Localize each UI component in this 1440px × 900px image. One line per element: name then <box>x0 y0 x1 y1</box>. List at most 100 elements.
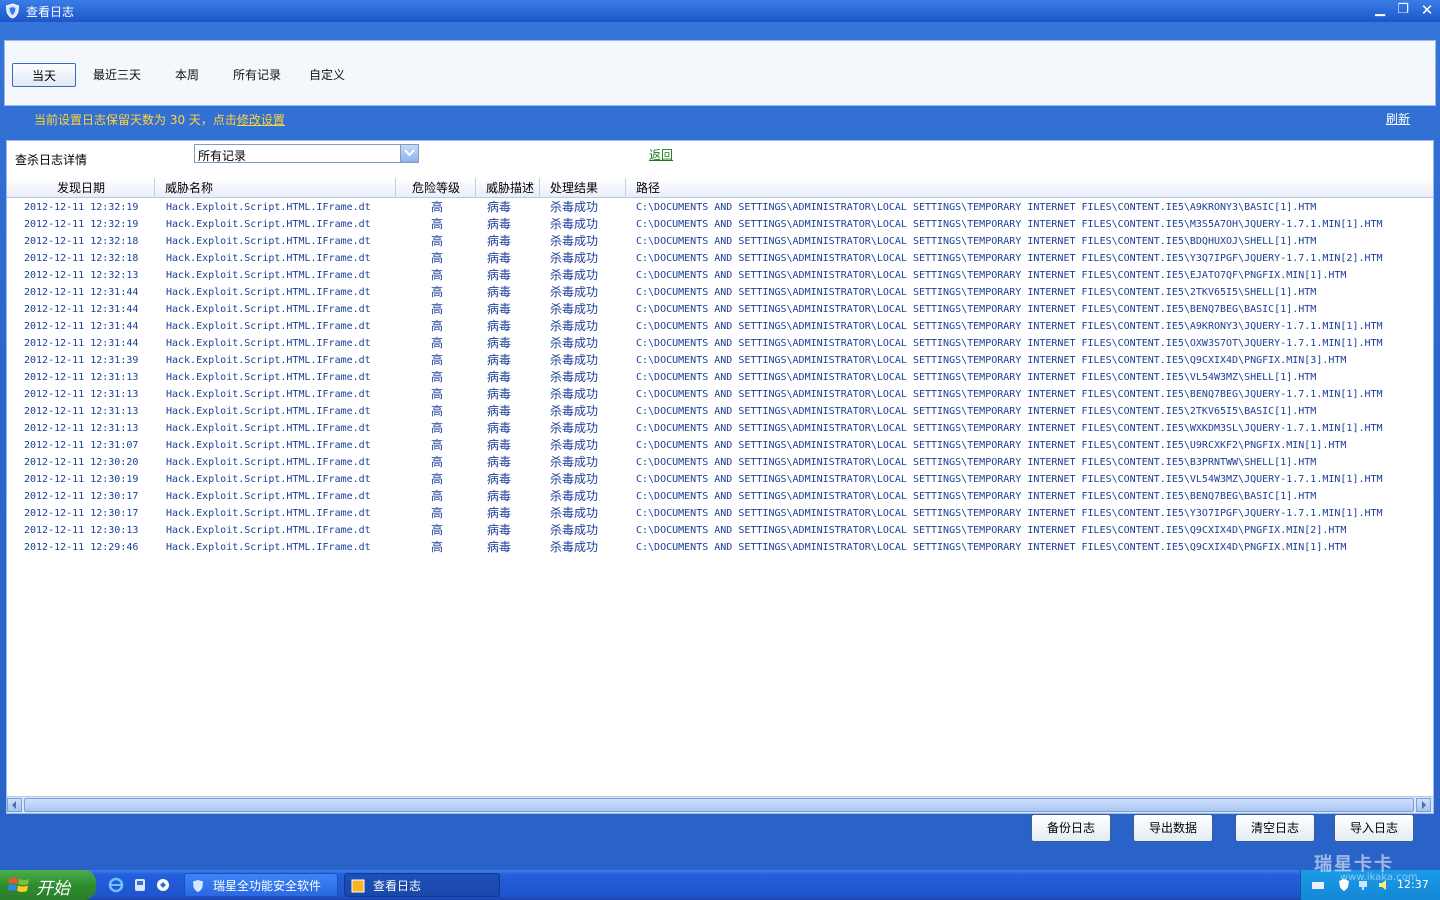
scroll-left-arrow-icon[interactable] <box>7 798 22 812</box>
restore-icon[interactable]: ❐ <box>1393 1 1413 19</box>
show-desktop-icon[interactable] <box>155 877 171 893</box>
cell-threat-name: Hack.Exploit.Script.HTML.IFrame.dt <box>166 423 371 434</box>
import-log-button[interactable]: 导入日志 <box>1334 814 1414 842</box>
back-link[interactable]: 返回 <box>649 146 673 163</box>
table-row[interactable]: 2012-12-11 12:31:07 Hack.Exploit.Script.H… <box>7 437 1433 454</box>
cell-path: C:\DOCUMENTS AND SETTINGS\ADMINISTRATOR\… <box>636 304 1317 315</box>
cell-threat-desc: 病毒 <box>487 506 512 520</box>
cell-path: C:\DOCUMENTS AND SETTINGS\ADMINISTRATOR\… <box>636 202 1317 213</box>
cell-threat-desc: 病毒 <box>487 523 512 537</box>
filter-tab-custom[interactable]: 自定义 <box>301 63 353 87</box>
cell-threat-desc: 病毒 <box>487 285 512 299</box>
table-row[interactable]: 2012-12-11 12:31:13 Hack.Exploit.Script.H… <box>7 420 1433 437</box>
modify-settings-link[interactable]: 修改设置 <box>237 113 285 127</box>
title-bar: 查看日志 ▁ ❐ ✕ <box>0 0 1440 22</box>
cell-risk-level: 高 <box>431 217 444 231</box>
cell-date: 2012-12-11 12:29:46 <box>24 542 139 553</box>
cell-threat-name: Hack.Exploit.Script.HTML.IFrame.dt <box>166 236 371 247</box>
table-row[interactable]: 2012-12-11 12:30:20 Hack.Exploit.Script.H… <box>7 454 1433 471</box>
cell-threat-name: Hack.Exploit.Script.HTML.IFrame.dt <box>166 270 371 281</box>
table-row[interactable]: 2012-12-11 12:31:44 Hack.Exploit.Script.H… <box>7 318 1433 335</box>
cell-risk-level: 高 <box>431 421 444 435</box>
table-row[interactable]: 2012-12-11 12:30:19 Hack.Exploit.Script.H… <box>7 471 1433 488</box>
cell-result: 杀毒成功 <box>550 302 599 316</box>
table-row[interactable]: 2012-12-11 12:32:18 Hack.Exploit.Script.H… <box>7 250 1433 267</box>
filter-tab-this-week[interactable]: 本周 <box>161 63 213 87</box>
export-data-button[interactable]: 导出数据 <box>1133 814 1213 842</box>
close-icon[interactable]: ✕ <box>1417 1 1437 19</box>
taskbar-item-rising-antivirus[interactable]: 瑞星全功能安全软件 <box>184 873 338 897</box>
scroll-right-arrow-icon[interactable] <box>1416 798 1431 812</box>
retention-notice: 当前设置日志保留天数为 30 天，点击修改设置 <box>34 111 285 128</box>
cell-date: 2012-12-11 12:30:13 <box>24 525 139 536</box>
horizontal-scrollbar[interactable] <box>7 796 1433 813</box>
table-row[interactable]: 2012-12-11 12:31:39 Hack.Exploit.Script.H… <box>7 352 1433 369</box>
column-header-risk-level[interactable]: 危险等级 <box>396 178 476 198</box>
cell-result: 杀毒成功 <box>550 421 599 435</box>
scrollbar-thumb[interactable] <box>24 798 1414 812</box>
filter-tab-all-records[interactable]: 所有记录 <box>225 63 289 87</box>
cell-threat-desc: 病毒 <box>487 387 512 401</box>
cell-threat-name: Hack.Exploit.Script.HTML.IFrame.dt <box>166 202 371 213</box>
cell-result: 杀毒成功 <box>550 404 599 418</box>
cell-threat-desc: 病毒 <box>487 353 512 367</box>
log-detail-panel: 查杀日志详情 所有记录 返回 发现日期 威胁名称 危险等级 威胁描述 处理结果 … <box>6 140 1434 814</box>
cell-threat-desc: 病毒 <box>487 302 512 316</box>
cell-risk-level: 高 <box>431 234 444 248</box>
cell-path: C:\DOCUMENTS AND SETTINGS\ADMINISTRATOR\… <box>636 236 1317 247</box>
cell-date: 2012-12-11 12:31:44 <box>24 321 139 332</box>
cell-risk-level: 高 <box>431 285 444 299</box>
ie-browser-icon[interactable] <box>108 877 124 893</box>
cell-result: 杀毒成功 <box>550 438 599 452</box>
table-row[interactable]: 2012-12-11 12:31:44 Hack.Exploit.Script.H… <box>7 301 1433 318</box>
window-title: 查看日志 <box>26 5 75 19</box>
cell-risk-level: 高 <box>431 540 444 554</box>
table-row[interactable]: 2012-12-11 12:31:13 Hack.Exploit.Script.H… <box>7 386 1433 403</box>
cell-risk-level: 高 <box>431 472 444 486</box>
keyboard-icon[interactable] <box>1311 878 1325 892</box>
table-row[interactable]: 2012-12-11 12:30:13 Hack.Exploit.Script.H… <box>7 522 1433 539</box>
chevron-down-icon[interactable] <box>400 145 418 162</box>
minimize-icon[interactable]: ▁ <box>1370 1 1390 19</box>
cell-result: 杀毒成功 <box>550 217 599 231</box>
table-row[interactable]: 2012-12-11 12:31:13 Hack.Exploit.Script.H… <box>7 403 1433 420</box>
table-row[interactable]: 2012-12-11 12:30:17 Hack.Exploit.Script.H… <box>7 488 1433 505</box>
table-row[interactable]: 2012-12-11 12:29:46 Hack.Exploit.Script.H… <box>7 539 1433 556</box>
table-row[interactable]: 2012-12-11 12:32:19 Hack.Exploit.Script.H… <box>7 216 1433 233</box>
cell-threat-desc: 病毒 <box>487 217 512 231</box>
column-header-date[interactable]: 发现日期 <box>7 178 155 198</box>
cell-risk-level: 高 <box>431 506 444 520</box>
table-row[interactable]: 2012-12-11 12:32:18 Hack.Exploit.Script.H… <box>7 233 1433 250</box>
log-table-header: 发现日期 威胁名称 危险等级 威胁描述 处理结果 路径 <box>7 178 1433 198</box>
start-button[interactable]: 开始 <box>0 870 96 900</box>
cell-result: 杀毒成功 <box>550 319 599 333</box>
column-header-threat-name[interactable]: 威胁名称 <box>155 178 396 198</box>
cell-path: C:\DOCUMENTS AND SETTINGS\ADMINISTRATOR\… <box>636 491 1317 502</box>
refresh-link[interactable]: 刷新 <box>1386 110 1410 127</box>
clear-log-button[interactable]: 清空日志 <box>1235 814 1315 842</box>
media-player-icon[interactable] <box>132 877 148 893</box>
table-row[interactable]: 2012-12-11 12:32:19 Hack.Exploit.Script.H… <box>7 199 1433 216</box>
filter-tab-last-three-days[interactable]: 最近三天 <box>85 63 149 87</box>
taskbar-item-view-log[interactable]: 查看日志 <box>344 873 500 897</box>
cell-path: C:\DOCUMENTS AND SETTINGS\ADMINISTRATOR\… <box>636 219 1383 230</box>
column-header-result[interactable]: 处理结果 <box>540 178 626 198</box>
record-filter-select[interactable]: 所有记录 <box>194 144 419 163</box>
backup-log-button[interactable]: 备份日志 <box>1031 814 1111 842</box>
cell-result: 杀毒成功 <box>550 200 599 214</box>
cell-result: 杀毒成功 <box>550 489 599 503</box>
column-header-path[interactable]: 路径 <box>626 178 1433 198</box>
table-row[interactable]: 2012-12-11 12:31:44 Hack.Exploit.Script.H… <box>7 284 1433 301</box>
table-row[interactable]: 2012-12-11 12:30:17 Hack.Exploit.Script.H… <box>7 505 1433 522</box>
column-header-threat-desc[interactable]: 威胁描述 <box>476 178 540 198</box>
taskbar-item-label: 查看日志 <box>373 879 422 893</box>
cell-date: 2012-12-11 12:30:19 <box>24 474 139 485</box>
cell-threat-name: Hack.Exploit.Script.HTML.IFrame.dt <box>166 304 371 315</box>
cell-date: 2012-12-11 12:31:07 <box>24 440 139 451</box>
cell-date: 2012-12-11 12:32:19 <box>24 202 139 213</box>
cell-date: 2012-12-11 12:31:44 <box>24 304 139 315</box>
filter-tab-today[interactable]: 当天 <box>12 63 76 87</box>
table-row[interactable]: 2012-12-11 12:31:44 Hack.Exploit.Script.H… <box>7 335 1433 352</box>
table-row[interactable]: 2012-12-11 12:31:13 Hack.Exploit.Script.H… <box>7 369 1433 386</box>
table-row[interactable]: 2012-12-11 12:32:13 Hack.Exploit.Script.H… <box>7 267 1433 284</box>
